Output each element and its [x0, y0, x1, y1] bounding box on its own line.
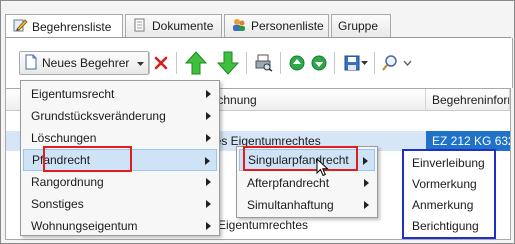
- move-up-icon[interactable]: [184, 51, 208, 75]
- menu-item-rangordnung[interactable]: Rangordnung: [23, 171, 217, 193]
- mouse-cursor-icon: [316, 157, 329, 180]
- table-cell: EZ 212 KG 6327: [426, 131, 510, 151]
- people-icon: [231, 17, 247, 36]
- circle-down-icon[interactable]: [307, 51, 331, 75]
- tab-label: Begehrensliste: [32, 19, 112, 34]
- circle-up-icon[interactable]: [285, 51, 309, 75]
- menu-item-label: Rangordnung: [31, 175, 104, 189]
- menu-item-label: Eigentumsrecht: [31, 87, 115, 101]
- tab-begehrensliste[interactable]: Begehrensliste: [5, 14, 123, 38]
- menu-item-label: Berichtigung: [412, 219, 479, 233]
- tab-label: Gruppe: [338, 19, 379, 33]
- column-header-bezeichnung[interactable]: eichnung: [202, 89, 426, 111]
- menu-item-label: Löschungen: [31, 131, 97, 145]
- column-header-begehreninformation[interactable]: Begehreninform: [426, 89, 510, 111]
- tab-label: Dokumente: [152, 19, 214, 33]
- chevron-right-icon: [364, 201, 369, 209]
- menu-item-wohnungseigentum[interactable]: Wohnungseigentum: [23, 215, 217, 237]
- move-down-icon[interactable]: [216, 51, 240, 75]
- document-icon: [132, 17, 148, 36]
- menu-item-simultanhaftung[interactable]: Simultanhaftung: [239, 194, 375, 216]
- menu-item-label: Pfandrecht: [32, 153, 91, 167]
- chevron-right-icon: [206, 90, 211, 98]
- chevron-right-icon: [206, 112, 211, 120]
- tab-personenliste[interactable]: Personenliste: [224, 14, 329, 37]
- table-cell: [202, 111, 426, 131]
- chevron-right-icon: [206, 222, 211, 230]
- menu-item-afterpfandrecht[interactable]: Afterpfandrecht: [239, 172, 375, 194]
- tab-dokumente[interactable]: Dokumente: [125, 14, 222, 37]
- chevron-down-icon: [137, 56, 145, 70]
- menu-item-eigentumsrecht[interactable]: Eigentumsrecht: [23, 83, 217, 105]
- new-begehrer-label: Neues Begehrer: [42, 56, 130, 70]
- new-document-icon: [24, 54, 38, 73]
- toolbar-separator: [374, 52, 375, 74]
- new-begehrer-menu: Eigentumsrecht Grundstücksveränderung Lö…: [20, 80, 220, 236]
- table-cell: [426, 111, 510, 131]
- menu-item-grundstuecksveraenderung[interactable]: Grundstücksveränderung: [23, 105, 217, 127]
- column-header-label: Begehreninform: [432, 93, 510, 107]
- toolbar-separator: [176, 52, 177, 74]
- tab-strip: Begehrensliste Dokumente Personenliste G…: [5, 14, 511, 38]
- chevron-down-icon[interactable]: [358, 51, 370, 75]
- menu-item-berichtigung[interactable]: Berichtigung: [404, 215, 494, 237]
- toolbar-separator: [334, 52, 335, 74]
- toolbar-separator: [280, 52, 281, 74]
- pen-list-icon: [12, 17, 28, 36]
- menu-item-sonstiges[interactable]: Sonstiges: [23, 193, 217, 215]
- toolbar-separator: [246, 52, 247, 74]
- tab-label: Personenliste: [251, 19, 324, 33]
- tab-gruppe[interactable]: Gruppe: [331, 14, 391, 37]
- menu-item-pfandrecht[interactable]: Pfandrecht: [23, 149, 217, 171]
- menu-item-label: Grundstücksveränderung: [31, 109, 166, 123]
- delete-icon[interactable]: [149, 51, 173, 75]
- print-preview-icon[interactable]: [252, 51, 276, 75]
- new-begehrer-button[interactable]: Neues Begehrer: [19, 51, 149, 75]
- menu-item-label: Anmerkung: [412, 198, 474, 212]
- menu-item-anmerkung[interactable]: Anmerkung: [404, 194, 494, 216]
- menu-item-label: Sonstiges: [31, 197, 84, 211]
- window-frame: Begehrensliste Dokumente Personenliste G…: [0, 0, 515, 244]
- chevron-down-icon[interactable]: [400, 51, 414, 75]
- menu-item-einverleibung[interactable]: Einverleibung: [404, 152, 494, 174]
- chevron-right-icon: [206, 200, 211, 208]
- table-cell: Eigentumrechtes: [218, 218, 309, 232]
- menu-item-vormerkung[interactable]: Vormerkung: [404, 173, 494, 195]
- singularpfandrecht-submenu: Einverleibung Vormerkung Anmerkung Beric…: [402, 149, 496, 239]
- chevron-right-icon: [206, 134, 211, 142]
- menu-item-loeschungen[interactable]: Löschungen: [23, 127, 217, 149]
- chevron-right-icon: [206, 178, 211, 186]
- chevron-right-icon: [364, 179, 369, 187]
- menu-item-singularpfandrecht[interactable]: Singularpfandrecht: [239, 149, 375, 171]
- pfandrecht-submenu: Singularpfandrecht Afterpfandrecht Simul…: [236, 146, 378, 218]
- menu-item-label: Vormerkung: [412, 177, 477, 191]
- chevron-right-icon: [363, 157, 368, 165]
- menu-item-label: Singularpfandrecht: [248, 153, 349, 167]
- chevron-right-icon: [205, 157, 210, 165]
- menu-item-label: Simultanhaftung: [247, 198, 334, 212]
- menu-item-label: Wohnungseigentum: [31, 219, 138, 233]
- search-icon[interactable]: [378, 51, 402, 75]
- menu-item-label: Einverleibung: [412, 156, 485, 170]
